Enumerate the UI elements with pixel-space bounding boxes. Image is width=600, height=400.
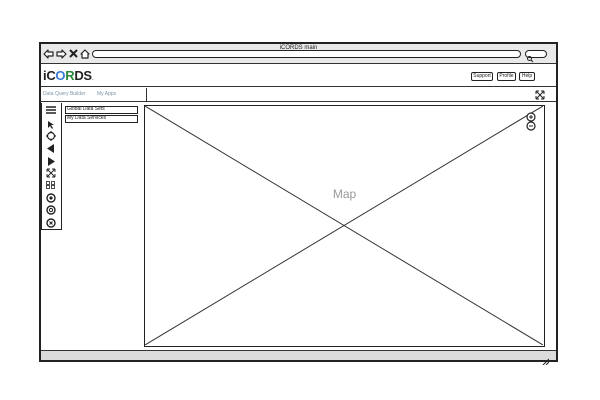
- zoom-extent-icon[interactable]: [44, 168, 57, 178]
- map-placeholder[interactable]: [144, 105, 545, 347]
- address-bar[interactable]: [92, 50, 521, 58]
- menu-divider: [146, 88, 147, 102]
- map-cross-lines: [145, 106, 543, 345]
- menu-item-my-apps[interactable]: My Apps: [97, 90, 116, 98]
- settings-icon[interactable]: [44, 205, 57, 215]
- layer-icon[interactable]: [44, 193, 57, 203]
- pan-icon[interactable]: [44, 131, 57, 141]
- menu-item-data-query-builder[interactable]: Data Query Builder: [43, 90, 86, 98]
- previous-icon[interactable]: [44, 143, 57, 153]
- forward-arrow-icon[interactable]: [56, 48, 67, 59]
- close-icon[interactable]: [68, 48, 79, 59]
- home-icon[interactable]: [79, 48, 90, 59]
- support-button[interactable]: Support: [471, 72, 493, 81]
- cursor-icon[interactable]: [44, 120, 57, 130]
- menu-bar: [41, 88, 556, 102]
- resize-grip-icon[interactable]: [541, 352, 550, 366]
- back-arrow-icon[interactable]: [43, 48, 54, 59]
- next-icon[interactable]: [44, 156, 57, 166]
- info-icon[interactable]: [44, 218, 57, 228]
- profile-button[interactable]: Profile: [497, 72, 516, 81]
- zoom-out-icon[interactable]: [526, 118, 536, 131]
- app-logo[interactable]: iCORDS.: [43, 69, 94, 83]
- status-bar: [41, 350, 556, 360]
- help-button[interactable]: Help: [519, 72, 535, 81]
- select-area-icon[interactable]: [44, 180, 57, 190]
- search-icon: [526, 50, 534, 63]
- menu-icon[interactable]: [44, 105, 57, 115]
- fullscreen-icon[interactable]: [534, 88, 546, 100]
- layer-item-my-data-services[interactable]: My Data Services: [65, 115, 138, 123]
- layer-item-global-data-sets[interactable]: Global Data Sets: [65, 106, 138, 114]
- map-label: Map: [332, 187, 357, 201]
